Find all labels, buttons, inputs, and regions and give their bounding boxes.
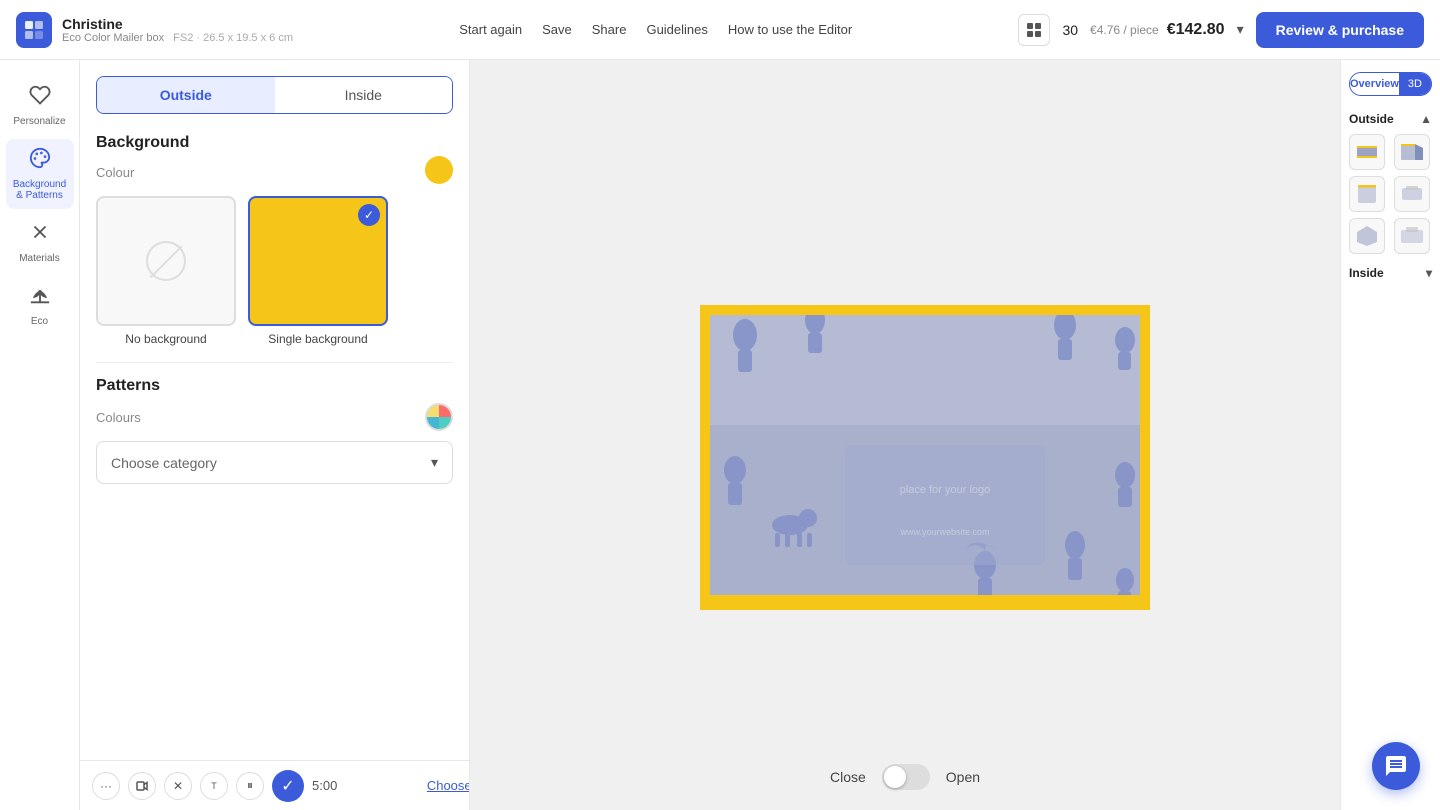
patterns-title: Patterns bbox=[96, 377, 453, 395]
price-per-piece: €4.76 / piece bbox=[1090, 23, 1159, 37]
inside-collapse-icon[interactable]: ▾ bbox=[1426, 266, 1432, 280]
no-bg-label: No background bbox=[125, 332, 206, 346]
background-label: Background & Patterns bbox=[12, 179, 68, 201]
outside-thumbnails bbox=[1349, 134, 1432, 254]
materials-label: Materials bbox=[19, 253, 60, 264]
sidebar-item-eco[interactable]: Eco bbox=[6, 276, 74, 335]
heart-icon bbox=[29, 84, 51, 112]
overview-toggle-btn[interactable]: Overview bbox=[1350, 73, 1399, 95]
no-bg-circle bbox=[146, 241, 186, 281]
choose-category-link[interactable]: Choose Category bbox=[427, 778, 470, 793]
right-sidebar: Overview 3D Outside ▲ bbox=[1340, 60, 1440, 810]
tab-outside[interactable]: Outside bbox=[97, 77, 275, 113]
toggle-knob bbox=[884, 766, 906, 788]
outside-view-label: Outside ▲ bbox=[1349, 112, 1432, 126]
category-dropdown[interactable]: Choose category ▾ bbox=[96, 441, 453, 484]
topbar: Christine Eco Color Mailer box FS2 · 26.… bbox=[0, 0, 1440, 60]
no-bg-swatch[interactable] bbox=[96, 196, 236, 326]
sidebar-item-materials[interactable]: Materials bbox=[6, 213, 74, 272]
task-video-button[interactable] bbox=[128, 772, 156, 800]
patterns-section: Patterns Colours Choose category ▾ bbox=[96, 377, 453, 484]
bottom-taskbar: ··· ✕ T ⏸ ✓ 5:00 Choose Category bbox=[80, 760, 470, 810]
nav-how-to[interactable]: How to use the Editor bbox=[728, 22, 852, 37]
sidebar-item-personalize[interactable]: Personalize bbox=[6, 76, 74, 135]
materials-icon bbox=[29, 221, 51, 249]
tab-inside[interactable]: Inside bbox=[275, 77, 453, 113]
task-x-button[interactable]: ✕ bbox=[164, 772, 192, 800]
tab-group: Outside Inside bbox=[96, 76, 453, 114]
app-logo bbox=[16, 12, 52, 48]
brand-info: Christine Eco Color Mailer box FS2 · 26.… bbox=[62, 16, 293, 44]
review-purchase-button[interactable]: Review & purchase bbox=[1256, 12, 1424, 48]
price-total: €142.80 bbox=[1167, 21, 1225, 39]
price-dropdown-arrow[interactable]: ▾ bbox=[1237, 21, 1244, 38]
top-nav: Start again Save Share Guidelines How to… bbox=[309, 22, 1002, 37]
outside-collapse-icon[interactable]: ▲ bbox=[1420, 112, 1432, 126]
close-open-controls: Close Open bbox=[830, 764, 980, 790]
3d-toggle-btn[interactable]: 3D bbox=[1399, 73, 1431, 95]
view-thumb-4[interactable] bbox=[1394, 176, 1430, 212]
editor-icon-button[interactable] bbox=[1018, 14, 1050, 46]
task-check-button[interactable]: ✓ bbox=[272, 770, 304, 802]
task-timer: 5:00 bbox=[312, 778, 337, 793]
sidebar-item-background[interactable]: Background & Patterns bbox=[6, 139, 74, 209]
chevron-down-icon: ▾ bbox=[431, 454, 438, 471]
colour-label: Colour bbox=[96, 165, 134, 180]
dropdown-placeholder: Choose category bbox=[111, 455, 217, 471]
chat-button[interactable] bbox=[1372, 742, 1420, 790]
single-bg-label: Single background bbox=[268, 332, 367, 346]
single-background-option[interactable]: ✓ Single background bbox=[248, 196, 388, 346]
topbar-right: 30 €4.76 / piece €142.80 ▾ Review & purc… bbox=[1018, 12, 1424, 48]
box-3d-container: place for your logo www.yourwebsite.com bbox=[645, 225, 1165, 645]
single-bg-swatch[interactable]: ✓ bbox=[248, 196, 388, 326]
svg-text:www.yourwebsite.com: www.yourwebsite.com bbox=[899, 527, 989, 537]
paint-icon bbox=[29, 147, 51, 175]
background-section: Background Colour No background ✓ Single… bbox=[96, 134, 453, 346]
no-background-option[interactable]: No background bbox=[96, 196, 236, 346]
selected-check: ✓ bbox=[358, 204, 380, 226]
main-layout: Personalize Background & Patterns bbox=[0, 60, 1440, 810]
color-picker-dot[interactable] bbox=[425, 156, 453, 184]
view-toggle: Overview 3D bbox=[1349, 72, 1432, 96]
user-name: Christine bbox=[62, 16, 293, 32]
nav-share[interactable]: Share bbox=[592, 22, 627, 37]
view-thumb-1[interactable] bbox=[1349, 134, 1385, 170]
open-close-toggle[interactable] bbox=[882, 764, 930, 790]
view-thumb-5[interactable] bbox=[1349, 218, 1385, 254]
eco-icon bbox=[29, 284, 51, 312]
price-area: €4.76 / piece €142.80 bbox=[1090, 21, 1225, 39]
colours-picker[interactable] bbox=[425, 403, 453, 431]
view-thumb-2[interactable] bbox=[1394, 134, 1430, 170]
open-label: Open bbox=[946, 769, 980, 785]
view-thumb-3[interactable] bbox=[1349, 176, 1385, 212]
background-options: No background ✓ Single background bbox=[96, 196, 453, 346]
task-pause-button[interactable]: ⏸ bbox=[236, 772, 264, 800]
inside-view-label: Inside ▾ bbox=[1349, 266, 1432, 280]
canvas-area: place for your logo www.yourwebsite.com … bbox=[470, 60, 1340, 810]
nav-save[interactable]: Save bbox=[542, 22, 572, 37]
colours-label: Colours bbox=[96, 410, 141, 425]
left-sidebar: Personalize Background & Patterns bbox=[0, 60, 80, 810]
panel: Outside Inside Background Colour No back… bbox=[80, 60, 470, 810]
divider bbox=[96, 362, 453, 363]
eco-label: Eco bbox=[31, 316, 48, 327]
background-title: Background bbox=[96, 134, 453, 152]
svg-text:place for your logo: place for your logo bbox=[900, 484, 991, 496]
view-thumb-6[interactable] bbox=[1394, 218, 1430, 254]
close-label: Close bbox=[830, 769, 866, 785]
nav-start-again[interactable]: Start again bbox=[459, 22, 522, 37]
task-text-button[interactable]: T bbox=[200, 772, 228, 800]
product-info: Eco Color Mailer box FS2 · 26.5 x 19.5 x… bbox=[62, 32, 293, 44]
nav-guidelines[interactable]: Guidelines bbox=[646, 22, 707, 37]
personalize-label: Personalize bbox=[13, 116, 65, 127]
task-more-button[interactable]: ··· bbox=[92, 772, 120, 800]
logo-area: Christine Eco Color Mailer box FS2 · 26.… bbox=[16, 12, 293, 48]
quantity-display: 30 bbox=[1062, 22, 1078, 38]
box-3d-svg: place for your logo www.yourwebsite.com bbox=[645, 225, 1165, 645]
